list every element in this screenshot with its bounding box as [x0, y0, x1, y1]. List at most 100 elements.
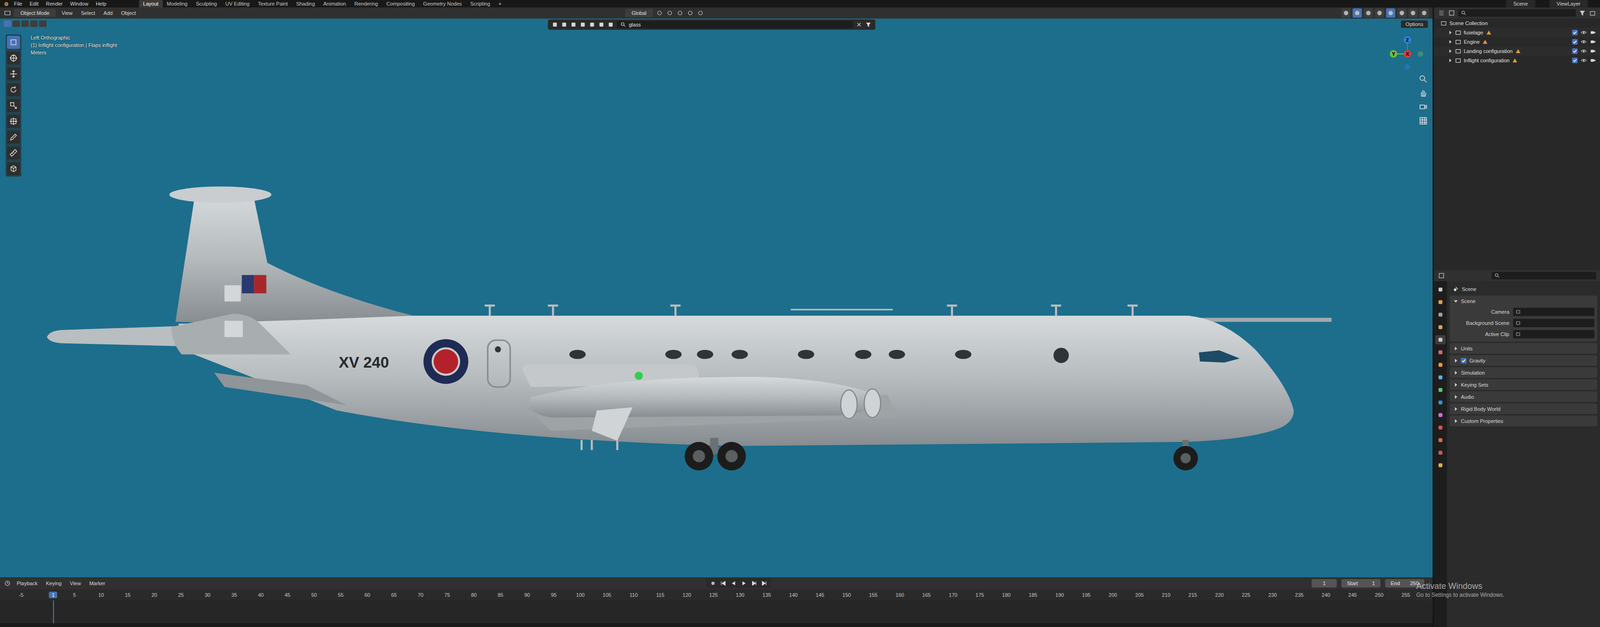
3d-viewport[interactable]: XV 240Left Orthographic(1) Inflight conf… — [0, 18, 1433, 578]
properties-search-field[interactable] — [1491, 272, 1597, 280]
eye-icon[interactable] — [1580, 38, 1587, 46]
properties-panel[interactable]: Keying Sets — [1449, 379, 1598, 391]
exclude-checkbox[interactable] — [1572, 39, 1578, 45]
options-button[interactable]: Options — [1400, 20, 1428, 28]
falloff-icon[interactable] — [696, 9, 705, 17]
tool-button[interactable] — [6, 114, 20, 128]
top-menu[interactable]: Edit — [26, 0, 42, 8]
view-layer-field[interactable]: ViewLayer — [1549, 0, 1588, 8]
select-mode-button[interactable] — [21, 20, 29, 27]
hand-icon[interactable] — [1418, 88, 1428, 98]
workspace-tab[interactable]: Texture Paint — [253, 0, 292, 8]
properties-tab[interactable] — [1435, 297, 1446, 307]
properties-tab[interactable] — [1435, 398, 1446, 408]
workspace-tab[interactable]: UV Editing — [220, 0, 254, 8]
snap-icon[interactable] — [666, 9, 674, 17]
select-filter-icon[interactable] — [560, 21, 568, 28]
tool-button[interactable] — [6, 162, 20, 176]
rendered-shading-icon[interactable] — [1408, 8, 1418, 18]
jump-start-icon[interactable] — [720, 580, 727, 587]
panel-checkbox[interactable] — [1460, 358, 1467, 364]
holdout-filter-icon[interactable] — [598, 21, 605, 28]
z-axis[interactable]: Z — [1403, 36, 1412, 44]
properties-tab[interactable] — [1435, 335, 1446, 345]
clock-icon[interactable] — [3, 580, 12, 588]
workspace-tab[interactable]: Modeling — [162, 0, 193, 8]
next-key-icon[interactable] — [750, 580, 758, 587]
viewport-menu[interactable]: Add — [100, 10, 116, 16]
select-mode-button[interactable] — [12, 20, 20, 27]
property-input[interactable] — [1513, 319, 1595, 328]
select-mode-button[interactable] — [30, 20, 38, 27]
pivot-icon[interactable] — [655, 9, 664, 17]
shading-options-icon[interactable] — [1419, 8, 1429, 18]
exclude-checkbox[interactable] — [1572, 48, 1578, 54]
render-camera-icon[interactable] — [1589, 38, 1597, 46]
workspace-tab[interactable]: Layout — [139, 0, 163, 8]
new-collection-icon[interactable] — [1588, 9, 1597, 17]
viewport-menu[interactable]: Object — [118, 10, 139, 16]
eye-icon[interactable] — [1580, 47, 1587, 55]
end-frame-field[interactable]: End250 — [1385, 579, 1425, 588]
funnel-icon[interactable] — [865, 21, 872, 28]
xray-icon[interactable] — [1363, 8, 1374, 18]
outliner-editor-icon[interactable] — [1437, 9, 1446, 17]
solid-shading-icon[interactable] — [1386, 8, 1396, 18]
property-input[interactable] — [1513, 330, 1595, 339]
tool-button[interactable] — [6, 67, 20, 81]
properties-tab[interactable] — [1435, 285, 1446, 295]
properties-tab[interactable] — [1435, 347, 1446, 358]
material-shading-icon[interactable] — [1397, 8, 1407, 18]
filter-search-field[interactable]: glass — [616, 20, 854, 29]
properties-tab[interactable] — [1435, 310, 1446, 320]
hide-filter-icon[interactable] — [570, 21, 577, 28]
timeline-menu[interactable]: View — [66, 580, 84, 587]
workspace-tab[interactable]: Geometry Nodes — [419, 0, 467, 8]
workspace-tab[interactable]: Scripting — [466, 0, 495, 8]
blender-logo-icon[interactable] — [2, 0, 10, 7]
workspace-tab[interactable]: Compositing — [382, 0, 420, 8]
render-camera-icon[interactable] — [1589, 57, 1597, 64]
properties-tab[interactable] — [1435, 410, 1446, 420]
workspace-tab[interactable]: Rendering — [350, 0, 383, 8]
start-frame-field[interactable]: Start1 — [1341, 579, 1381, 588]
properties-panel[interactable]: Audio — [1449, 391, 1598, 403]
exclude-checkbox[interactable] — [1572, 29, 1578, 36]
select-mode-button[interactable] — [39, 20, 47, 27]
expand-arrow-icon[interactable] — [1447, 30, 1453, 35]
render-filter-icon[interactable] — [579, 21, 587, 28]
tool-button[interactable] — [6, 35, 20, 49]
properties-tab[interactable] — [1435, 435, 1446, 446]
properties-tab[interactable] — [1435, 322, 1446, 333]
top-menu[interactable]: Window — [67, 0, 92, 8]
select-mode-button[interactable] — [3, 20, 12, 27]
render-camera-icon[interactable] — [1589, 29, 1597, 36]
keyframe-area[interactable] — [0, 600, 1433, 624]
top-menu[interactable]: File — [11, 0, 26, 8]
properties-tab[interactable] — [1435, 423, 1446, 433]
tool-button[interactable] — [6, 130, 20, 144]
record-icon[interactable] — [709, 580, 717, 587]
panel-header[interactable]: Scene — [1449, 295, 1598, 307]
eye-icon[interactable] — [1580, 57, 1587, 64]
tool-button[interactable] — [6, 51, 20, 65]
properties-tab[interactable] — [1435, 448, 1446, 458]
top-menu[interactable]: Help — [93, 0, 110, 8]
collection-row[interactable]: fuselage — [1433, 27, 1600, 38]
grid-icon[interactable] — [1418, 116, 1428, 126]
timeline-menu[interactable]: Keying — [43, 580, 65, 587]
y-axis[interactable]: Y — [1389, 50, 1398, 58]
zoom-icon[interactable] — [1418, 74, 1428, 84]
outliner-search-field[interactable] — [1458, 9, 1576, 17]
aircraft-model[interactable]: XV 240 — [0, 18, 1433, 578]
proportional-icon[interactable] — [686, 9, 694, 17]
properties-panel[interactable]: Simulation — [1449, 367, 1598, 379]
viewport-menu[interactable]: View — [58, 10, 76, 16]
collection-row[interactable]: Engine — [1433, 37, 1600, 47]
mode-dropdown[interactable]: Object Mode — [13, 8, 56, 18]
viewport-menu[interactable]: Select — [78, 10, 99, 16]
property-input[interactable] — [1513, 307, 1595, 317]
properties-panel[interactable]: Rigid Body World — [1449, 403, 1598, 415]
expand-arrow-icon[interactable] — [1447, 48, 1453, 54]
properties-tab[interactable] — [1435, 385, 1446, 395]
